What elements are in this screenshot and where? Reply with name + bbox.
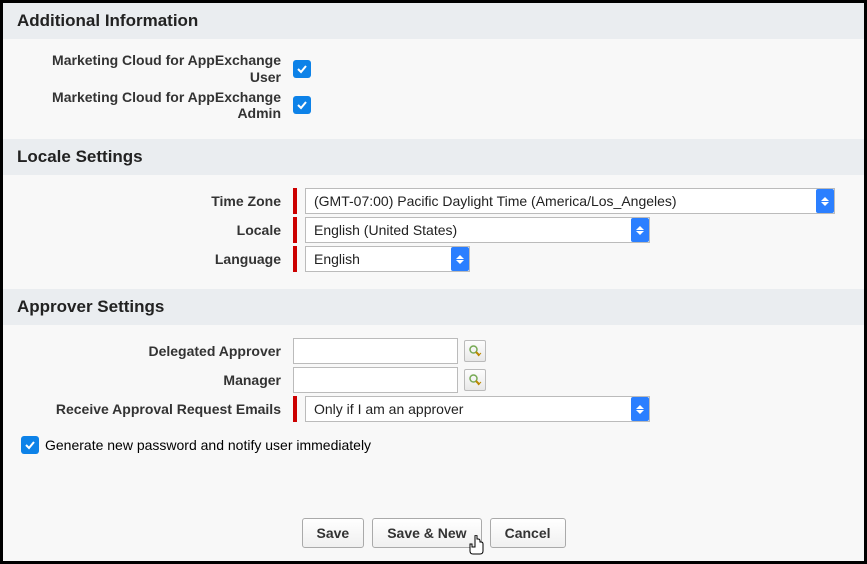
user-edit-form: Additional Information Marketing Cloud f… (0, 0, 867, 564)
timezone-value: (GMT-07:00) Pacific Daylight Time (Ameri… (306, 189, 816, 213)
manager-lookup-button[interactable] (464, 369, 486, 391)
required-indicator (293, 217, 297, 243)
chevron-updown-icon (451, 247, 469, 271)
approval-emails-label: Receive Approval Request Emails (3, 401, 293, 418)
required-indicator (293, 246, 297, 272)
section-header-locale: Locale Settings (3, 139, 864, 175)
section-body-locale: Time Zone (GMT-07:00) Pacific Daylight T… (3, 175, 864, 289)
marketing-admin-label: Marketing Cloud for AppExchange Admin (21, 89, 281, 123)
delegated-approver-label: Delegated Approver (3, 343, 293, 360)
locale-value: English (United States) (306, 218, 631, 242)
chevron-updown-icon (631, 397, 649, 421)
marketing-user-label: Marketing Cloud for AppExchange User (21, 52, 281, 86)
generate-password-label: Generate new password and notify user im… (45, 437, 371, 453)
locale-select[interactable]: English (United States) (305, 217, 650, 243)
approval-emails-value: Only if I am an approver (306, 397, 631, 421)
checkmark-icon (296, 99, 308, 111)
locale-label: Locale (3, 222, 293, 239)
generate-password-checkbox[interactable] (21, 436, 39, 454)
required-indicator (293, 396, 297, 422)
section-body-additional: Marketing Cloud for AppExchange User Mar… (3, 39, 864, 139)
save-button[interactable]: Save (302, 518, 365, 548)
language-label: Language (3, 251, 293, 268)
checkmark-icon (296, 63, 308, 75)
language-select[interactable]: English (305, 246, 470, 272)
delegated-approver-input[interactable] (293, 338, 458, 364)
timezone-label: Time Zone (3, 193, 293, 210)
section-header-approver: Approver Settings (3, 289, 864, 325)
lookup-icon (468, 344, 482, 358)
delegated-approver-lookup-button[interactable] (464, 340, 486, 362)
lookup-icon (468, 373, 482, 387)
chevron-updown-icon (816, 189, 834, 213)
marketing-user-checkbox[interactable] (293, 60, 311, 78)
language-value: English (306, 247, 451, 271)
save-new-button[interactable]: Save & New (372, 518, 481, 548)
chevron-updown-icon (631, 218, 649, 242)
form-button-row: Save Save & New Cancel (3, 508, 864, 558)
section-body-approver: Delegated Approver Manager (3, 325, 864, 468)
marketing-admin-checkbox[interactable] (293, 96, 311, 114)
cancel-button[interactable]: Cancel (490, 518, 566, 548)
section-header-additional: Additional Information (3, 3, 864, 39)
manager-label: Manager (3, 372, 293, 389)
manager-input[interactable] (293, 367, 458, 393)
checkmark-icon (24, 439, 36, 451)
timezone-select[interactable]: (GMT-07:00) Pacific Daylight Time (Ameri… (305, 188, 835, 214)
required-indicator (293, 188, 297, 214)
approval-emails-select[interactable]: Only if I am an approver (305, 396, 650, 422)
